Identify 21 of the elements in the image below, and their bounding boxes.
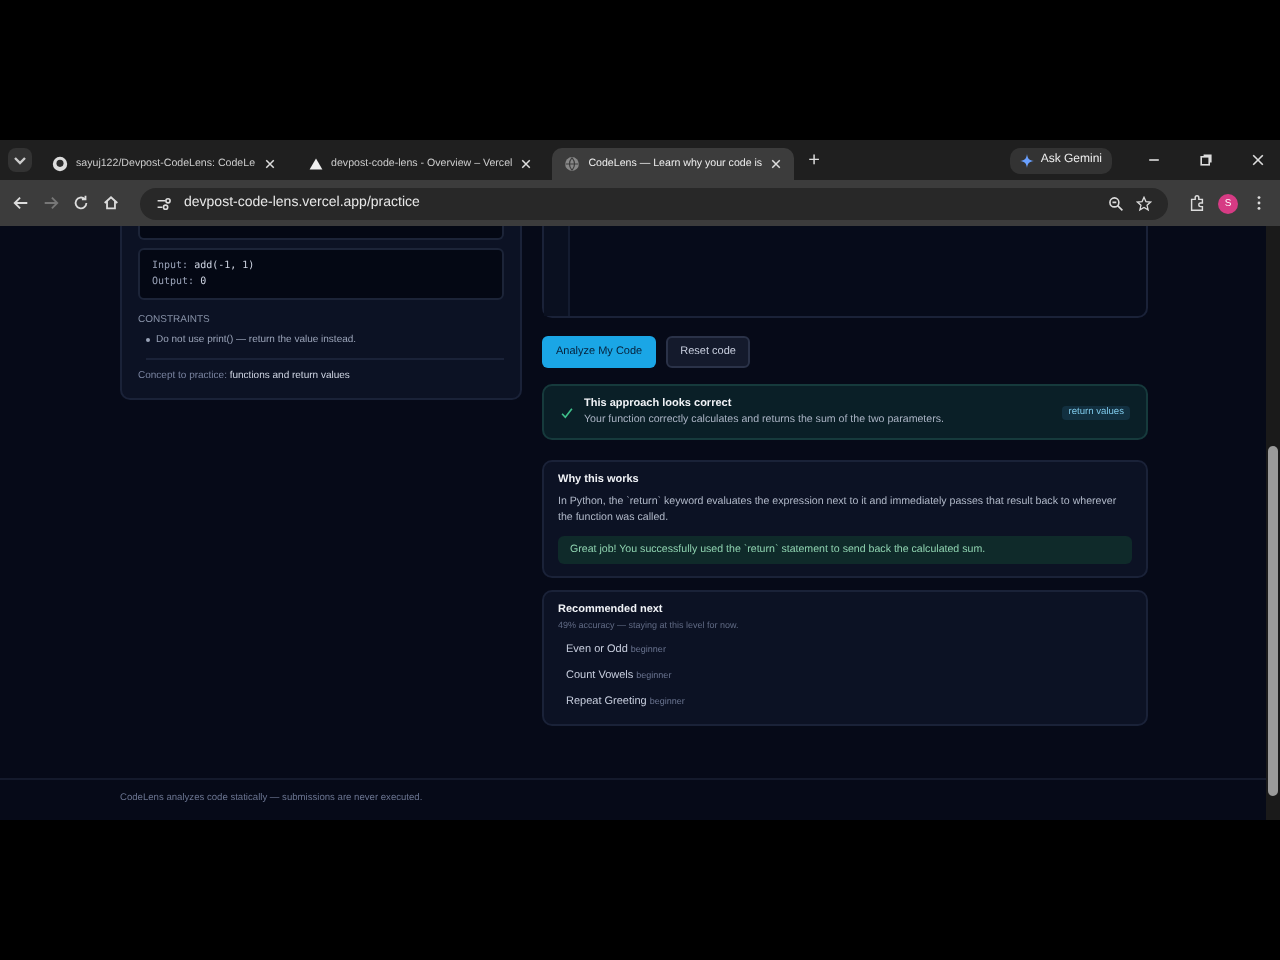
forward-arrow-icon[interactable] bbox=[42, 194, 60, 212]
close-icon[interactable] bbox=[263, 158, 276, 170]
checkmark-icon bbox=[560, 405, 574, 419]
triangle-icon bbox=[307, 156, 324, 172]
close-icon[interactable] bbox=[770, 158, 783, 170]
close-icon[interactable] bbox=[520, 158, 533, 170]
home-icon[interactable] bbox=[102, 194, 120, 212]
site-settings-icon[interactable] bbox=[156, 195, 172, 211]
globe-icon bbox=[564, 156, 581, 172]
close-icon[interactable] bbox=[1250, 152, 1266, 168]
restore-icon[interactable] bbox=[1198, 152, 1214, 168]
chevron-down-icon bbox=[12, 152, 28, 168]
scrollbar[interactable] bbox=[1266, 226, 1280, 820]
zoom-icon[interactable] bbox=[1108, 195, 1124, 211]
tab-search-button[interactable] bbox=[8, 148, 32, 172]
sparkle-icon bbox=[1020, 153, 1035, 167]
reload-icon[interactable] bbox=[72, 194, 90, 212]
new-tab-button[interactable]: + bbox=[802, 149, 826, 171]
star-icon[interactable] bbox=[1136, 195, 1152, 211]
puzzle-piece-icon[interactable] bbox=[1188, 194, 1206, 212]
back-arrow-icon[interactable] bbox=[12, 194, 30, 212]
